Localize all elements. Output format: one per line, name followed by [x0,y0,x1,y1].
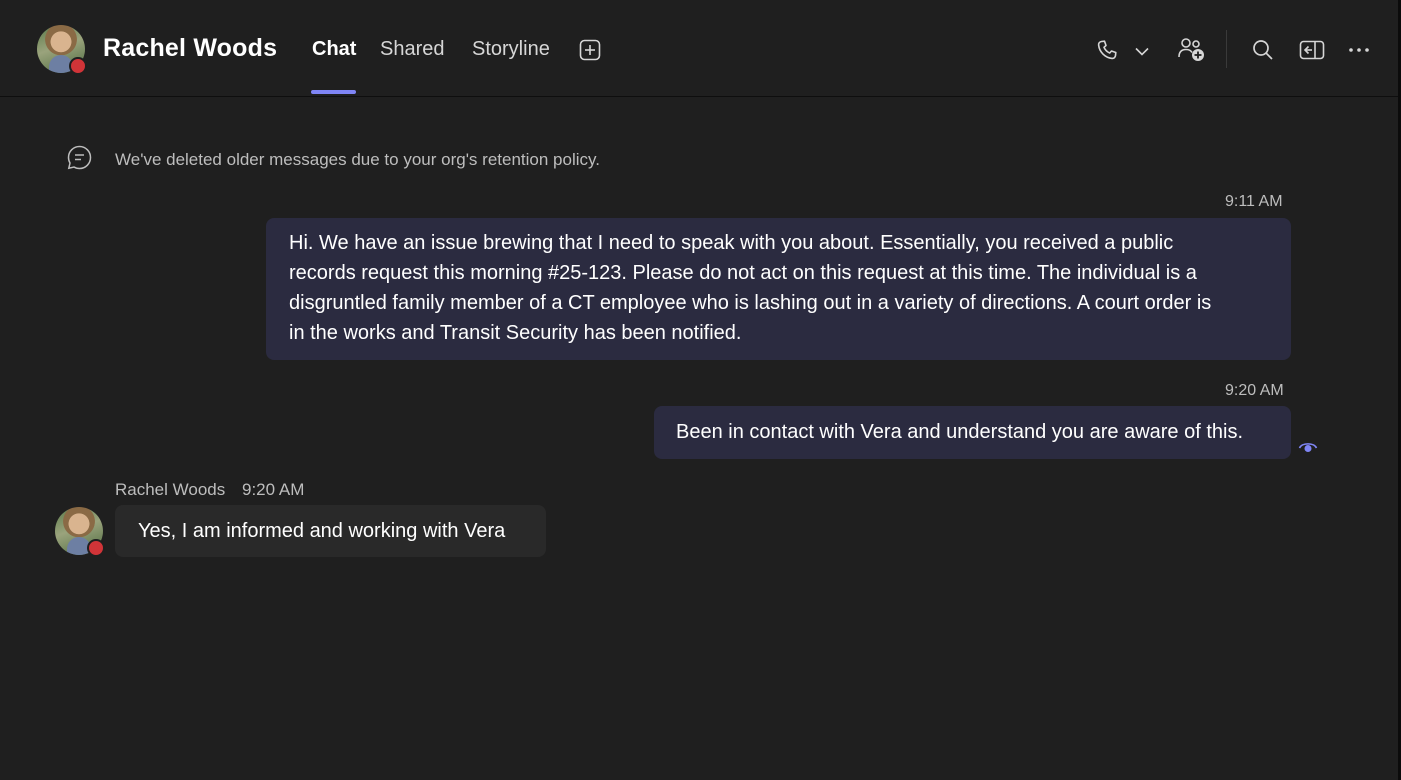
add-tab-icon[interactable] [577,37,603,63]
header-divider [1226,30,1227,68]
message-timestamp: 9:11 AM [1225,193,1283,210]
search-icon[interactable] [1249,36,1277,64]
incoming-message-meta: Rachel Woods 9:20 AM [115,480,304,500]
tab-shared[interactable]: Shared [380,38,445,61]
status-busy-icon [87,539,105,557]
message-line: in the works and Transit Security has be… [289,322,742,344]
phone-icon[interactable] [1093,36,1121,64]
message-line: disgruntled family member of a CT employ… [289,292,1212,314]
sender-avatar[interactable] [55,507,105,557]
chat-header: Rachel Woods Chat Shared Storyline [0,0,1398,97]
tab-storyline[interactable]: Storyline [472,38,550,61]
message-timestamp: 9:20 AM [241,480,305,499]
pop-out-icon[interactable] [1297,36,1327,64]
chat-bubble-icon [66,144,93,176]
retention-notice: We've deleted older messages due to your… [66,144,600,176]
contact-avatar[interactable] [37,25,87,75]
sender-name: Rachel Woods [115,480,226,499]
add-people-icon[interactable] [1176,35,1208,65]
status-busy-icon [69,57,87,75]
retention-notice-text: We've deleted older messages due to your… [115,150,600,169]
chevron-down-icon[interactable] [1131,40,1153,62]
outgoing-message[interactable]: Been in contact with Vera and understand… [654,406,1291,459]
message-line: records request this morning #25-123. Pl… [289,262,1197,284]
message-line: Hi. We have an issue brewing that I need… [289,232,1174,254]
seen-receipt-icon [1298,438,1318,461]
message-text: Yes, I am informed and working with Vera [138,520,506,542]
message-text: Been in contact with Vera and understand… [676,421,1244,443]
contact-name[interactable]: Rachel Woods [103,34,277,63]
tab-chat[interactable]: Chat [312,38,356,61]
active-tab-indicator [311,90,356,94]
chat-window: Rachel Woods Chat Shared Storyline We've… [0,0,1401,780]
message-timestamp: 9:20 AM [1225,382,1284,399]
incoming-message[interactable]: Yes, I am informed and working with Vera [115,505,546,557]
more-options-icon[interactable] [1345,36,1373,64]
outgoing-message[interactable]: Hi. We have an issue brewing that I need… [266,218,1291,360]
